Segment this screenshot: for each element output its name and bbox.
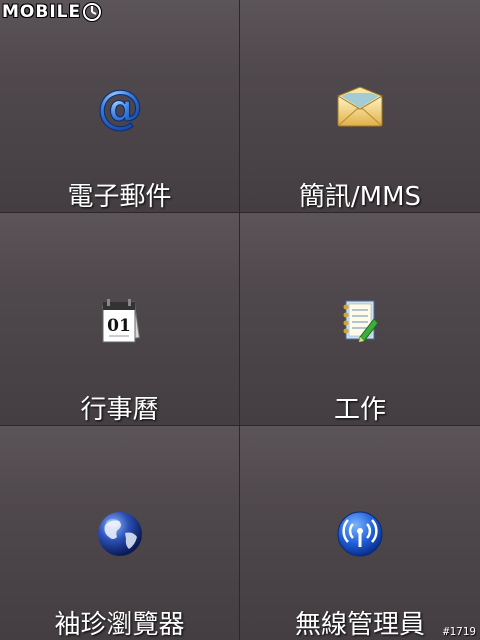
tile-sms-mms[interactable]: 簡訊/MMS (240, 0, 480, 213)
tile-label: 電子郵件 (67, 182, 172, 212)
globe-icon (90, 504, 150, 564)
svg-text:@: @ (97, 82, 143, 134)
tile-wireless-manager[interactable]: 無線管理員 (240, 426, 480, 640)
tile-label: 簡訊/MMS (298, 182, 422, 212)
tile-pocket-browser[interactable]: 袖珍瀏覽器 (0, 426, 240, 640)
tile-label: 工作 (333, 395, 386, 425)
corner-tag: #1719 (442, 625, 476, 638)
calendar-icon: 01 (90, 291, 150, 351)
calendar-day-number: 01 (107, 316, 131, 336)
envelope-icon (330, 78, 390, 138)
watermark-clock-icon (82, 2, 103, 22)
tile-calendar[interactable]: 01 行事曆 (0, 213, 240, 426)
watermark-text: MOBILE (2, 2, 82, 22)
tile-label: 袖珍瀏覽器 (54, 610, 185, 640)
wireless-icon (330, 504, 390, 564)
email-at-icon: @ (90, 78, 150, 138)
tile-tasks[interactable]: 工作 (240, 213, 480, 426)
tile-email[interactable]: @ 電子郵件 (0, 0, 240, 213)
app-launcher-grid: @ 電子郵件 簡訊/MMS 01 行事曆 工作 袖珍瀏覽器 無線管理員 (0, 0, 480, 640)
task-notebook-icon (330, 291, 390, 351)
tile-label: 行事曆 (80, 395, 159, 425)
watermark-logo: MOBILE (2, 1, 103, 23)
